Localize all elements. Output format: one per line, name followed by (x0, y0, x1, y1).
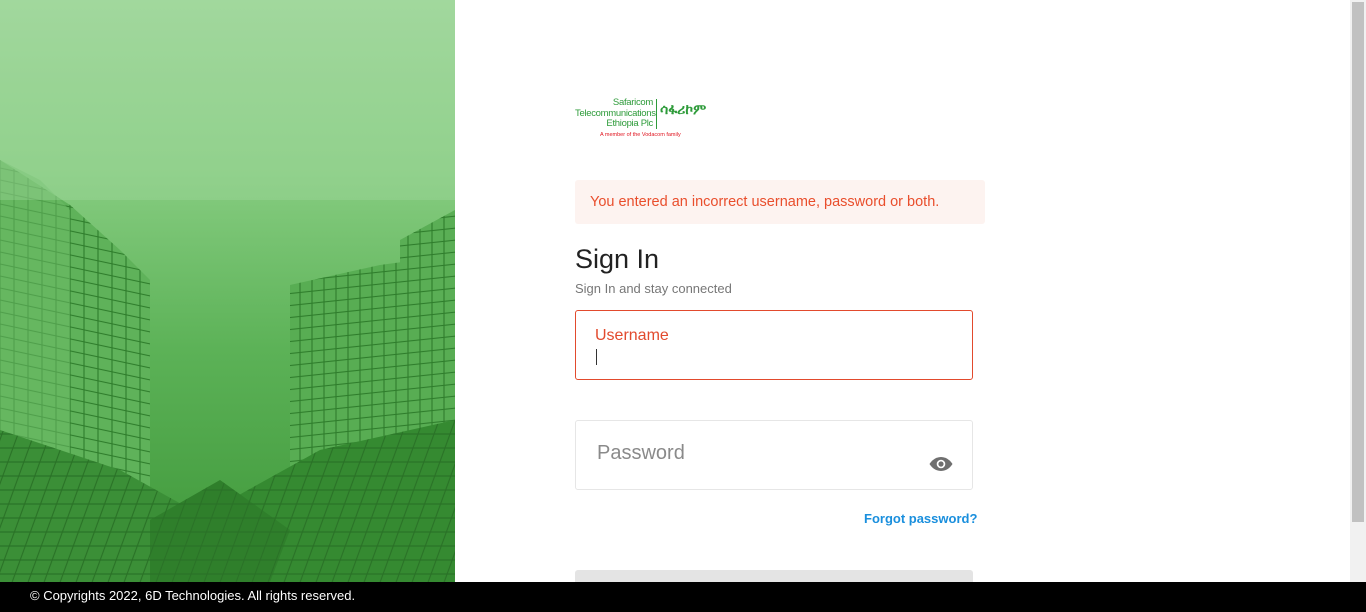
page-subtitle: Sign In and stay connected (575, 281, 732, 296)
eye-icon[interactable] (928, 455, 954, 473)
password-field[interactable] (575, 420, 973, 490)
scrollbar[interactable] (1350, 0, 1366, 582)
password-input[interactable] (595, 441, 915, 466)
footer-copyright: © Copyrights 2022, 6D Technologies. All … (0, 582, 1366, 612)
username-label: Username (595, 327, 669, 344)
hero-image (0, 0, 455, 582)
forgot-password-link[interactable]: Forgot password? (864, 511, 977, 526)
text-cursor (596, 349, 597, 365)
logo-english-text: Safaricom Telecommunications Ethiopia Pl… (575, 97, 656, 130)
login-panel: Safaricom Telecommunications Ethiopia Pl… (455, 0, 1350, 610)
page-title: Sign In (575, 244, 660, 274)
logo-divider (656, 99, 657, 129)
logo-line-1: Safaricom (612, 97, 653, 108)
safaricom-logo: Safaricom Telecommunications Ethiopia Pl… (575, 97, 725, 144)
logo-line-3: Ethiopia Plc (606, 118, 653, 129)
logo-amharic-text: ሳፋሪኮም (660, 102, 707, 118)
error-alert: You entered an incorrect username, passw… (575, 180, 985, 224)
scrollbar-thumb[interactable] (1352, 2, 1364, 522)
username-field[interactable]: Username (575, 310, 973, 380)
logo-tagline: A member of the Vodacom family (600, 132, 681, 138)
buildings-illustration (0, 0, 455, 582)
